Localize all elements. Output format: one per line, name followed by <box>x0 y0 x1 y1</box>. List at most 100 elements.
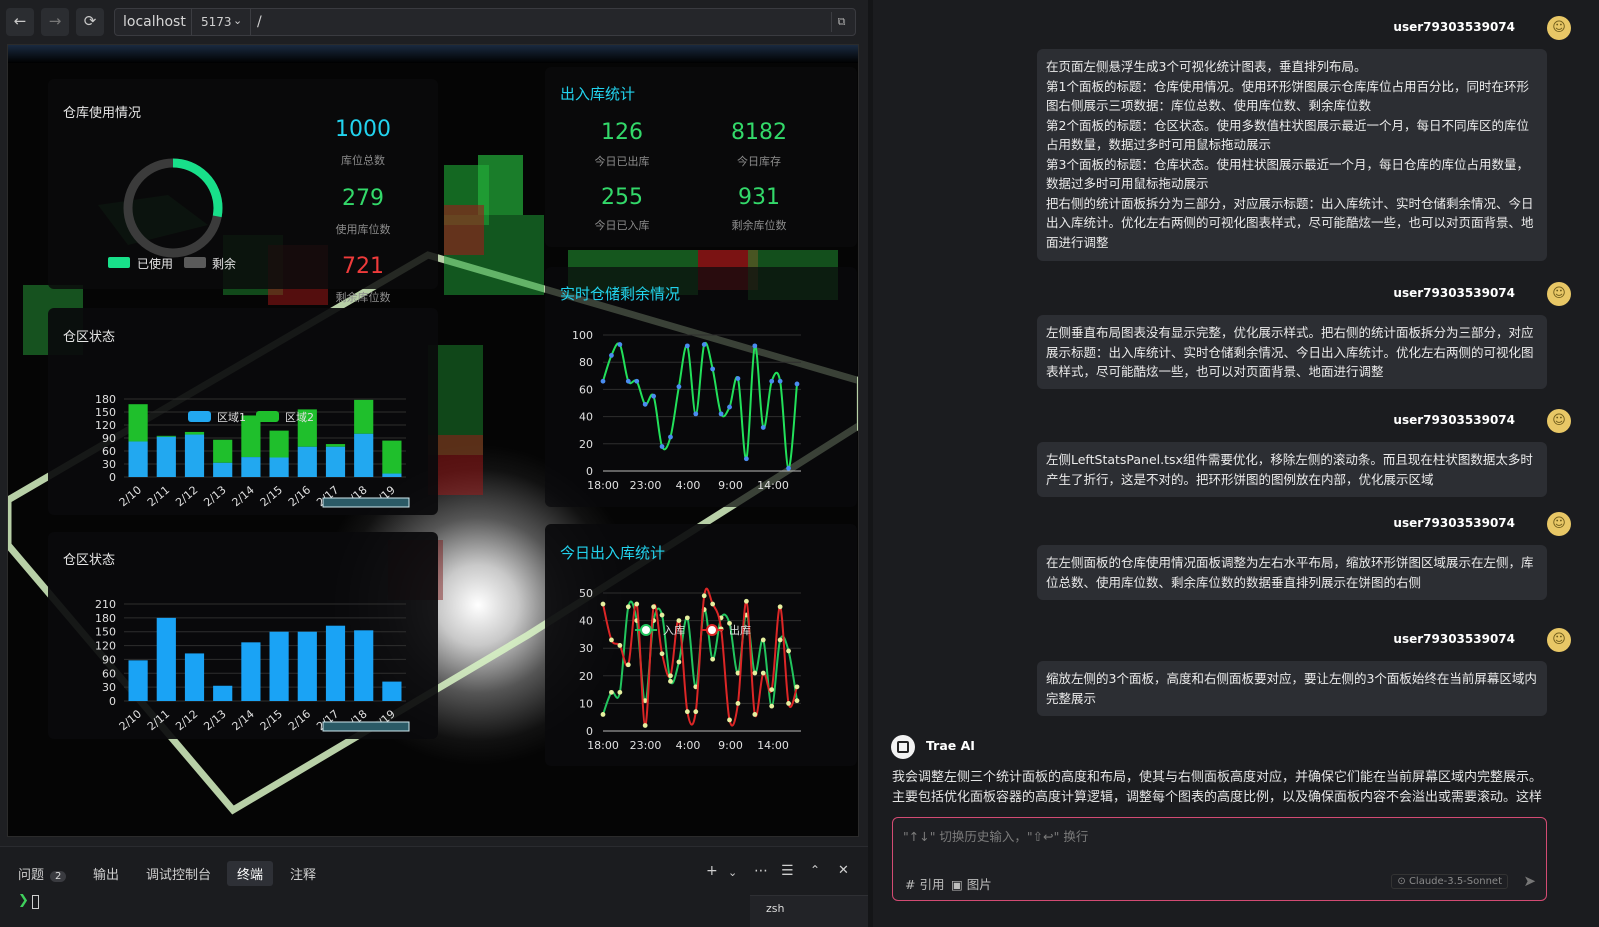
chat-message-bubble: 左侧LeftStatsPanel.tsx组件需要优化，移除左侧的滚动条。而且现在… <box>1037 442 1547 497</box>
stock-today-label: 今日库存 <box>737 155 781 168</box>
send-icon[interactable]: ➤ <box>1523 872 1536 890</box>
x-tick-label: 2/15 <box>258 707 285 733</box>
model-selector[interactable]: ⊙ Claude-3.5-Sonnet <box>1391 874 1508 889</box>
reload-icon[interactable]: ⟳ <box>76 8 104 36</box>
chat-input[interactable]: "↑↓" 切换历史输入，"⇧↩" 换行 # 引用 ▣ 图片 ⊙ Claude-3… <box>892 817 1547 901</box>
y-tick-label: 20 <box>579 670 593 683</box>
bar <box>156 617 176 701</box>
chat-message-bubble: 在左侧面板的仓库使用情况面板调整为左右水平布局，缩放环形饼图区域展示在左侧，库位… <box>1037 545 1547 600</box>
bar <box>128 660 148 701</box>
data-point <box>777 604 783 610</box>
y-tick-label: 150 <box>95 406 116 419</box>
total-slots-value: 1000 <box>335 117 391 142</box>
bar <box>354 630 374 701</box>
tab-problems[interactable]: 问题 2 <box>18 864 67 883</box>
x-tick-label: 2/14 <box>230 483 257 509</box>
reference-button[interactable]: # 引用 <box>905 874 944 893</box>
realtime-line-chart[interactable]: 0 20 40 60 80 100 18:00 23:00 4:00 9:00 14:00 <box>545 267 857 507</box>
image-button[interactable]: ▣ 图片 <box>951 874 992 893</box>
today-inout-line-chart[interactable]: 0 10 20 30 40 50 18:00 23:00 4:00 9:00 14:00 入库 出库 <box>545 524 857 766</box>
y-tick-label: 40 <box>579 615 593 628</box>
chevron-up-icon[interactable]: ⌃ <box>810 863 820 877</box>
x-tick-label: 2/16 <box>286 483 313 509</box>
terminal-cursor[interactable] <box>32 895 39 909</box>
chat-message-bubble: 左侧垂直布局图表没有显示完整，优化展示样式。把右侧的统计面板拆分为三部分，对应展… <box>1037 315 1547 389</box>
x-tick-label: 2/11 <box>145 483 172 509</box>
y-tick-label: 90 <box>102 653 116 666</box>
data-point <box>701 342 707 347</box>
y-tick-label: 100 <box>572 329 593 342</box>
warehouse-status-panel: 仓区状态 0 30 60 90 120 150 180 210 2/10 2/11 2/12 2/13… <box>48 532 438 739</box>
data-point <box>642 723 648 728</box>
inout-stats-panel: 出入库统计 126 今日已出库 8182 今日库存 255 今日已入库 931 … <box>545 67 857 247</box>
chevron-down-icon[interactable]: ⌄ <box>728 866 737 879</box>
data-point <box>668 678 673 684</box>
y-tick-label: 30 <box>579 642 593 655</box>
forward-arrow-icon[interactable]: → <box>41 8 69 36</box>
user-avatar-icon: ☺ <box>1547 282 1571 306</box>
data-point <box>718 411 724 417</box>
y-tick-label: 120 <box>95 419 116 432</box>
data-point <box>794 684 800 690</box>
user-avatar-icon: ☺ <box>1547 409 1571 433</box>
open-external-icon[interactable]: ⧉ <box>831 12 851 32</box>
tab-terminal[interactable]: 终端 <box>227 861 274 886</box>
data-point <box>752 670 758 676</box>
port-select[interactable]: 5173 <box>201 15 232 29</box>
zone-status-panel: 仓区状态 0 30 60 90 120 150 180 2/10 2/11 2/12 2/13 2/1… <box>48 308 438 515</box>
panel-title: 出入库统计 <box>560 85 636 103</box>
legend-used: 已使用 <box>137 257 174 271</box>
tab-output[interactable]: 输出 <box>93 864 119 883</box>
legend-swatch <box>188 411 211 422</box>
stock-today-value: 8182 <box>731 120 787 145</box>
y-tick-label: 50 <box>579 587 593 600</box>
bar-2 <box>184 431 205 435</box>
y-tick-label: 60 <box>102 667 116 680</box>
url-path[interactable]: / <box>257 14 262 30</box>
y-tick-label: 80 <box>579 356 593 369</box>
x-tick-label: 2/10 <box>117 707 144 733</box>
browser-preview-pane: ← → ⟳ localhost 5173 ⌄ / ⧉ 仓库使用情况 已使用 剩余… <box>0 0 872 927</box>
tab-debug-console[interactable]: 调试控制台 <box>146 864 211 883</box>
data-point <box>777 378 783 384</box>
data-point <box>609 353 614 358</box>
tab-comments[interactable]: 注释 <box>290 864 316 883</box>
plus-icon[interactable]: + <box>706 863 718 879</box>
bar-1 <box>354 433 374 477</box>
legend-marker <box>640 624 652 636</box>
zone-status-bar-chart[interactable]: 0306090120150180 2/10 2/11 2/12 2/13 2/14 2/15… <box>48 308 438 515</box>
warehouse-status-bar-chart[interactable]: 03060901201501802102/10 2/11 2/12 2/13 2/14 2… <box>48 532 438 739</box>
dashboard-canvas[interactable]: 仓库使用情况 已使用 剩余 1000 库位总数 279 使用库位数 721 剩余… <box>7 44 859 837</box>
data-point <box>710 601 716 607</box>
data-point <box>786 648 791 654</box>
terminal-list[interactable]: zsh <box>750 895 868 927</box>
used-slots-label: 使用库位数 <box>335 223 391 236</box>
remaining-today-value: 931 <box>738 185 780 210</box>
more-icon[interactable]: ⋯ <box>754 863 768 879</box>
data-point <box>752 712 758 717</box>
back-arrow-icon[interactable]: ← <box>6 8 34 36</box>
data-point <box>676 659 682 665</box>
data-point <box>693 709 699 715</box>
bar <box>382 681 402 701</box>
data-point <box>634 601 640 607</box>
y-tick-label: 60 <box>579 383 593 396</box>
warehouse-usage-panel: 仓库使用情况 已使用 剩余 1000 库位总数 279 使用库位数 721 剩余… <box>48 79 438 304</box>
url-bar[interactable]: localhost 5173 ⌄ / ⧉ <box>114 8 856 36</box>
chevron-down-icon[interactable]: ⌄ <box>233 14 242 27</box>
y-tick-label: 180 <box>95 393 116 406</box>
data-point <box>651 393 657 399</box>
realtime-storage-panel: 实时仓储剩余情况 0 20 40 60 80 100 18:00 23:00 4:00 9:00 1… <box>545 267 857 507</box>
data-point <box>659 444 665 449</box>
x-tick-label: 18:00 <box>587 479 619 492</box>
terminal-tab-zsh[interactable]: zsh <box>766 902 784 915</box>
data-point <box>760 670 766 676</box>
data-point <box>617 643 623 648</box>
data-point <box>735 701 741 706</box>
x-tick-label: 9:00 <box>718 479 743 492</box>
browser-toolbar: ← → ⟳ localhost 5173 ⌄ / ⧉ <box>0 0 872 44</box>
close-icon[interactable]: ✕ <box>838 863 849 878</box>
sliders-icon[interactable]: ☰ <box>781 863 794 879</box>
y-tick-label: 210 <box>95 598 116 611</box>
y-tick-label: 30 <box>102 681 116 694</box>
